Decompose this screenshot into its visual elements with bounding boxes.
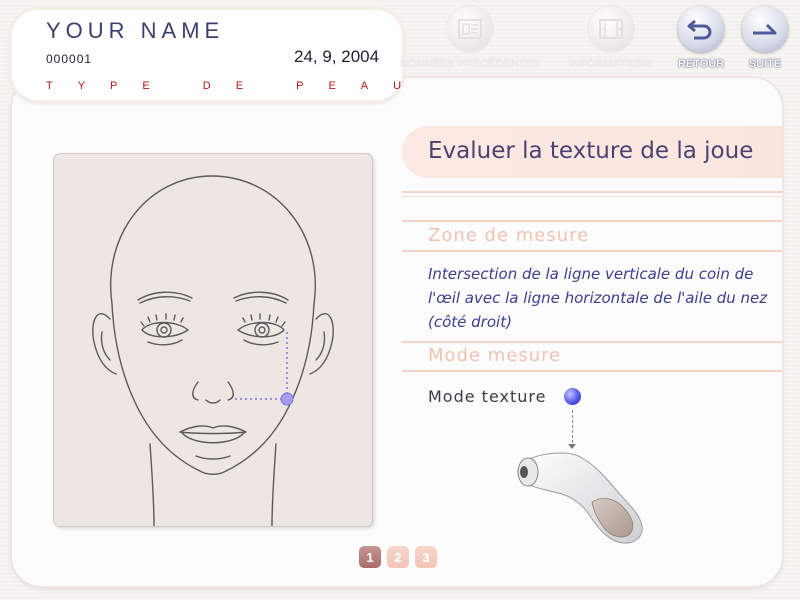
- mode-indicator-icon: [564, 388, 581, 405]
- mode-heading: Mode mesure: [428, 345, 562, 366]
- divider: [402, 370, 782, 372]
- return-button[interactable]: RETOUR: [678, 6, 724, 70]
- page-title: Evaluer la texture de la joue: [428, 138, 754, 164]
- page-1-button[interactable]: 1: [359, 546, 381, 568]
- page-2-button[interactable]: 2: [387, 546, 409, 568]
- next-label: SUITE: [748, 58, 782, 70]
- previous-data-label: DONNÉES PRÉCÉDENTES: [400, 58, 540, 70]
- next-arrow-icon: [742, 6, 788, 52]
- divider: [402, 196, 782, 197]
- skin-type-label: TYPE DE PEAU: [46, 80, 427, 92]
- informations-button[interactable]: INFORMATIONS: [569, 6, 653, 70]
- skin-probe-device-icon: [517, 452, 643, 544]
- chart-document-icon: [446, 6, 493, 52]
- return-label: RETOUR: [678, 58, 725, 70]
- return-arrow-icon: [678, 6, 725, 52]
- measurement-guide: [235, 332, 288, 400]
- face-diagram-icon: [92, 175, 334, 527]
- visit-date: 24, 9, 2004: [294, 47, 380, 66]
- divider: [402, 191, 782, 193]
- zone-heading: Zone de mesure: [428, 225, 590, 246]
- patient-name: YOUR NAME: [46, 18, 225, 43]
- film-icon: [588, 6, 635, 52]
- informations-label: INFORMATIONS: [569, 58, 654, 70]
- divider: [402, 250, 782, 252]
- divider: [402, 220, 782, 222]
- measure-point-icon: [280, 392, 294, 406]
- pointer-line: [572, 410, 573, 448]
- previous-data-button[interactable]: DONNÉES PRÉCÉDENTES: [400, 6, 540, 70]
- page-3-button[interactable]: 3: [415, 546, 437, 568]
- face-diagram-card: [54, 154, 372, 527]
- mode-value: Mode texture: [428, 387, 547, 406]
- zone-description: Intersection de la ligne verticale du co…: [428, 265, 768, 331]
- next-button[interactable]: SUITE: [742, 6, 788, 70]
- divider: [402, 341, 782, 343]
- patient-id: 000001: [46, 52, 93, 66]
